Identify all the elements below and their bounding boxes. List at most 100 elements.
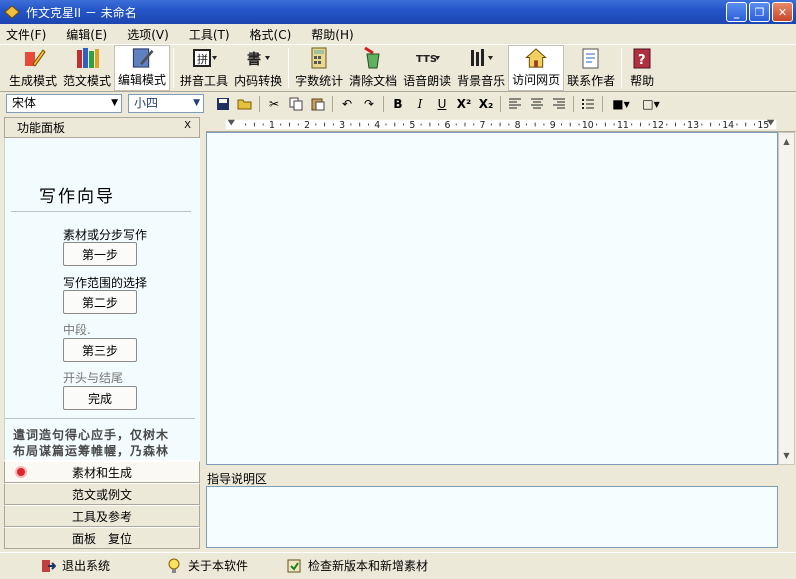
gen-mode-button[interactable]: 生成模式	[6, 45, 60, 91]
ruler-label: 4	[374, 120, 380, 131]
italic-button[interactable]: I	[409, 95, 431, 113]
bg-color-dropdown[interactable]: □ ▼	[636, 95, 666, 113]
menu-help[interactable]: 帮助(H)	[311, 26, 353, 43]
undo-icon[interactable]: ↶	[336, 95, 358, 113]
scroll-down-icon[interactable]: ▼	[779, 448, 794, 463]
help-book-icon: ?	[633, 48, 651, 69]
visit-web-button[interactable]: 访问网页	[508, 45, 565, 91]
menu-file[interactable]: 文件(F)	[6, 26, 46, 43]
open-folder-icon[interactable]	[234, 95, 256, 113]
step-2-button[interactable]: 第二步	[63, 290, 137, 314]
quote-line-1: 遣词造句得心应手，仅树木	[13, 428, 170, 442]
menu-format[interactable]: 格式(C)	[250, 26, 292, 43]
help-button[interactable]: ? 帮助	[625, 45, 659, 91]
contact-author-label: 联系作者	[567, 74, 616, 88]
edit-mode-label: 编辑模式	[118, 73, 167, 87]
minimize-button[interactable]: _	[726, 2, 747, 22]
panel-header: 功能面板 X	[4, 117, 200, 138]
nav-panel-reset[interactable]: 面板 复位	[4, 527, 200, 549]
exit-system-button[interactable]: 退出系统	[40, 557, 110, 574]
exit-icon	[42, 559, 56, 572]
ruler-label: 15	[757, 120, 769, 131]
home-icon	[525, 48, 547, 68]
paste-icon[interactable]	[307, 95, 329, 113]
toolbar-separator	[173, 48, 175, 88]
finish-button[interactable]: 完成	[63, 386, 137, 410]
pinyin-tool-button[interactable]: 拼 拼音工具	[177, 45, 231, 91]
copy-icon[interactable]	[285, 95, 307, 113]
step-2-label: 写作范围的选择	[63, 276, 148, 290]
align-right-icon[interactable]	[548, 95, 570, 113]
font-select[interactable]: 宋体 ▼	[6, 94, 122, 113]
ruler-label: 1	[269, 120, 275, 131]
gen-mode-label: 生成模式	[9, 74, 58, 88]
clear-doc-button[interactable]: 清除文档	[346, 45, 400, 91]
check-update-label: 检查新版本和新增素材	[308, 559, 429, 573]
menu-bar: 文件(F) 编辑(E) 选项(V) 工具(T) 格式(C) 帮助(H)	[0, 24, 796, 44]
check-update-button[interactable]: 检查新版本和新增素材	[286, 557, 428, 574]
edit-mode-button[interactable]: 编辑模式	[114, 45, 171, 91]
redo-icon[interactable]: ↷	[358, 95, 380, 113]
nav-sample-essays[interactable]: 范文或例文	[4, 483, 200, 505]
code-convert-icon: 書	[247, 51, 271, 68]
nav-material-generate[interactable]: 素材和生成	[4, 461, 200, 483]
format-separator	[259, 96, 260, 112]
svg-text:書: 書	[247, 51, 261, 68]
vertical-scrollbar[interactable]: ▲ ▼	[778, 132, 795, 465]
menu-edit[interactable]: 编辑(E)	[66, 26, 107, 43]
close-button[interactable]: ✕	[772, 2, 793, 22]
step-1-button[interactable]: 第一步	[63, 242, 137, 266]
font-size-value: 小四	[134, 96, 159, 110]
code-convert-label: 内码转换	[234, 74, 283, 88]
read-aloud-button[interactable]: TTS 语音朗读	[400, 45, 454, 91]
code-convert-button[interactable]: 書 内码转换	[231, 45, 285, 91]
music-icon	[471, 49, 494, 66]
format-separator	[573, 96, 574, 112]
ruler-label: 13	[687, 120, 699, 131]
quote-line-2: 布局谋篇运筹帷幄，乃森林	[13, 444, 170, 458]
toolbar-separator	[288, 48, 290, 88]
pinyin-tool-label: 拼音工具	[180, 74, 229, 88]
wizard-title: 写作向导	[39, 187, 115, 207]
subscript-button[interactable]: X₂	[475, 95, 497, 113]
superscript-button[interactable]: X²	[453, 95, 475, 113]
editor-area[interactable]	[206, 132, 778, 465]
svg-text:TTS: TTS	[416, 54, 437, 65]
cut-icon[interactable]: ✂	[263, 95, 285, 113]
contact-author-button[interactable]: 联系作者	[564, 45, 618, 91]
underline-button[interactable]: U	[431, 95, 453, 113]
font-color-dropdown[interactable]: ■ ▼	[606, 95, 636, 113]
ruler[interactable]: 1 2 3 4 5 6 7 8 9 10 11 12 13 14 15	[206, 117, 796, 132]
toolbar-separator	[621, 48, 623, 88]
menu-tools[interactable]: 工具(T)	[189, 26, 230, 43]
scroll-up-icon[interactable]: ▲	[779, 134, 794, 149]
word-count-button[interactable]: 字数统计	[292, 45, 346, 91]
align-center-icon[interactable]	[526, 95, 548, 113]
nav-label: 工具及参考	[71, 509, 132, 524]
save-icon[interactable]	[212, 95, 234, 113]
sample-mode-label: 范文模式	[63, 74, 112, 88]
format-separator	[383, 96, 384, 112]
visit-web-label: 访问网页	[512, 73, 561, 87]
about-label: 关于本软件	[188, 559, 249, 573]
help-label: 帮助	[630, 74, 655, 88]
sample-mode-button[interactable]: 范文模式	[60, 45, 114, 91]
ruler-label: 3	[339, 120, 345, 131]
about-button[interactable]: 关于本软件	[166, 557, 248, 574]
ruler-label: 9	[550, 120, 556, 131]
menu-options[interactable]: 选项(V)	[127, 26, 169, 43]
panel-nav: 素材和生成 范文或例文 工具及参考 面板 复位	[4, 461, 200, 549]
nav-tools-reference[interactable]: 工具及参考	[4, 505, 200, 527]
guide-area[interactable]	[206, 486, 778, 548]
main-toolbar: 生成模式 范文模式 编辑模式 拼 拼音工具 書 内码转换 字数统计 清除文档 T…	[0, 44, 796, 92]
restore-button[interactable]: ❐	[749, 2, 770, 22]
step-3-button[interactable]: 第三步	[63, 338, 137, 362]
clear-doc-label: 清除文档	[349, 74, 398, 88]
panel-close-button[interactable]: X	[184, 120, 191, 131]
font-size-select[interactable]: 小四 ▼	[128, 94, 204, 113]
bg-music-button[interactable]: 背景音乐	[454, 45, 508, 91]
chevron-down-icon: ▼	[193, 98, 200, 108]
align-left-icon[interactable]	[504, 95, 526, 113]
bold-button[interactable]: B	[387, 95, 409, 113]
bullet-list-icon[interactable]	[577, 95, 599, 113]
